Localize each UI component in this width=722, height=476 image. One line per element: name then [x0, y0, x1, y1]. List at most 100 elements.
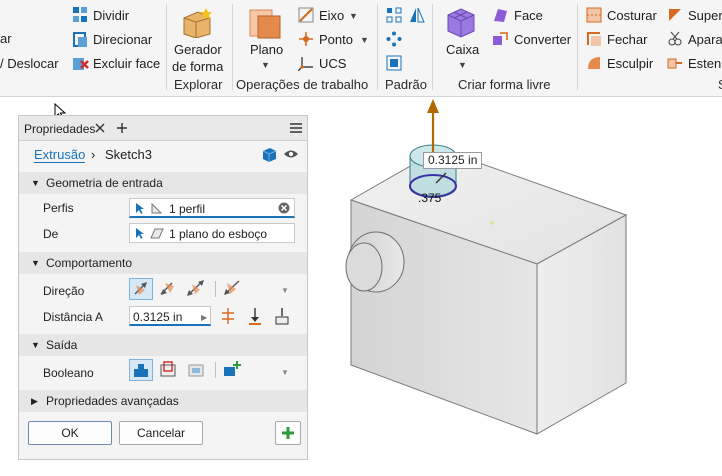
convert-label: Converter — [514, 32, 572, 47]
convert-icon — [493, 32, 508, 45]
to-next-icon[interactable] — [247, 307, 263, 325]
move-label[interactable]: / Deslocar — [0, 56, 59, 72]
distance-input[interactable]: 0.3125 in ▶ — [129, 306, 211, 326]
direction-default-button[interactable] — [129, 278, 153, 300]
cancel-button[interactable]: Cancelar — [119, 421, 203, 445]
to-face-icon[interactable] — [274, 307, 290, 325]
ribbon-separator — [432, 4, 433, 90]
direction-asymmetric-button[interactable] — [221, 278, 245, 300]
axis-label: Eixo — [319, 8, 345, 23]
solid-body-icon[interactable] — [261, 146, 277, 162]
trim-icon — [668, 31, 682, 46]
chevron-down-icon[interactable]: ▼ — [281, 366, 289, 380]
work-features-group-label: Operações de trabalho — [236, 77, 369, 92]
intersect-icon — [188, 364, 204, 377]
patch-icon — [587, 32, 601, 46]
direction-flipped-icon — [160, 282, 174, 295]
select-arrow-icon — [136, 228, 144, 239]
panel-tab-title[interactable]: Propriedades — [24, 122, 95, 136]
collapse-caret-icon: ▼ — [31, 340, 40, 350]
delete-face-icon — [73, 58, 89, 70]
apply-and-new-button[interactable] — [275, 421, 301, 445]
from-label: De — [43, 227, 59, 241]
split-label: Dividir — [93, 8, 130, 23]
plus-icon — [282, 427, 294, 439]
direction-flipped-button[interactable] — [157, 278, 181, 300]
chevron-right-icon[interactable]: ▶ — [201, 311, 207, 325]
toolbar-divider — [215, 362, 216, 378]
toolbar-divider — [215, 281, 216, 297]
profiles-selector[interactable]: 1 perfil — [129, 198, 295, 218]
center-point — [490, 221, 494, 225]
section-input-geometry[interactable]: ▼ Geometria de entrada — [19, 172, 307, 194]
direction-default-icon — [134, 282, 147, 295]
ribbon-separator — [232, 4, 233, 90]
from-selector[interactable]: 1 plano do esboço — [129, 223, 295, 243]
axis-icon — [298, 7, 314, 23]
profiles-label: Perfis — [43, 201, 74, 215]
add-tab-icon[interactable] — [116, 122, 128, 134]
point-icon — [299, 32, 313, 46]
arrow-up-icon[interactable] — [427, 99, 439, 113]
shape-generator-label-1: Gerador — [174, 42, 222, 57]
delete-face-label: Excluir face — [93, 56, 161, 71]
direction-symmetric-button[interactable] — [185, 278, 209, 300]
ribbon: ar / Deslocar Dividir Direcionar Excluir… — [0, 0, 722, 97]
ucs-icon — [298, 57, 313, 71]
profiles-value: 1 perfil — [169, 202, 206, 216]
ribbon-partial-label[interactable]: ar — [0, 31, 12, 47]
rectangular-pattern-icon[interactable] — [386, 7, 402, 23]
mirror-icon[interactable] — [408, 6, 426, 24]
chevron-down-icon: ▼ — [360, 35, 369, 45]
boolean-cut-button[interactable] — [157, 359, 181, 381]
stitch-label: Costurar — [607, 8, 657, 23]
menu-icon[interactable] — [289, 122, 303, 134]
shape-generator-icon — [183, 8, 212, 38]
split-icon — [73, 7, 87, 22]
sketch-pattern-icon[interactable] — [386, 55, 402, 71]
distance-value: 0.3125 in — [133, 310, 183, 324]
section-title: Geometria de entrada — [46, 176, 163, 190]
dimension-label: .375 — [418, 191, 442, 205]
new-solid-icon — [224, 361, 241, 376]
distance-label: Distância A — [43, 310, 104, 324]
breadcrumb-sketch[interactable]: Sketch3 — [105, 148, 152, 162]
side-boss-face[interactable] — [345, 242, 383, 292]
clear-selection-icon[interactable] — [278, 202, 290, 214]
plane-label: Plano — [250, 42, 284, 57]
direction-label: Direção — [43, 284, 85, 298]
chevron-right-icon: › — [91, 147, 96, 162]
section-output[interactable]: ▼ Saída — [19, 334, 307, 356]
chevron-down-icon[interactable]: ▼ — [281, 284, 289, 298]
section-title: Comportamento — [46, 256, 133, 270]
direction-symmetric-icon — [187, 280, 204, 296]
circular-pattern-icon[interactable] — [386, 31, 402, 47]
close-icon[interactable] — [95, 123, 105, 133]
extend-icon — [667, 58, 682, 69]
ucs-label: UCS — [319, 56, 347, 71]
explore-group-label: Explorar — [174, 77, 223, 92]
section-advanced[interactable]: ▶ Propriedades avançadas — [19, 390, 307, 412]
section-title: Propriedades avançadas — [46, 394, 179, 408]
collapse-caret-icon: ▼ — [31, 178, 40, 188]
breadcrumb-feature-link[interactable]: Extrusão — [34, 148, 86, 163]
boolean-join-button[interactable] — [129, 359, 153, 381]
boolean-intersect-button[interactable] — [185, 359, 209, 381]
sculpt-label: Esculpir — [607, 56, 654, 71]
ribbon-separator — [577, 4, 578, 90]
new-solid-button[interactable] — [221, 359, 245, 381]
select-arrow-icon — [136, 203, 144, 214]
direction-asymmetric-icon — [224, 280, 240, 295]
face-label: Face — [514, 8, 543, 23]
trim-label: Apara — [688, 32, 722, 47]
distance-value-tag[interactable]: 0.3125 in — [423, 152, 483, 169]
distance-extent-icon[interactable] — [220, 307, 236, 325]
ribbon-separator — [377, 4, 378, 90]
ok-button[interactable]: OK — [28, 421, 112, 445]
eye-icon[interactable] — [283, 148, 299, 160]
chevron-down-icon: ▼ — [261, 60, 270, 70]
chevron-down-icon: ▼ — [349, 11, 358, 21]
ribbon-separator — [166, 4, 167, 90]
join-icon — [134, 364, 148, 377]
section-behavior[interactable]: ▼ Comportamento — [19, 252, 307, 274]
